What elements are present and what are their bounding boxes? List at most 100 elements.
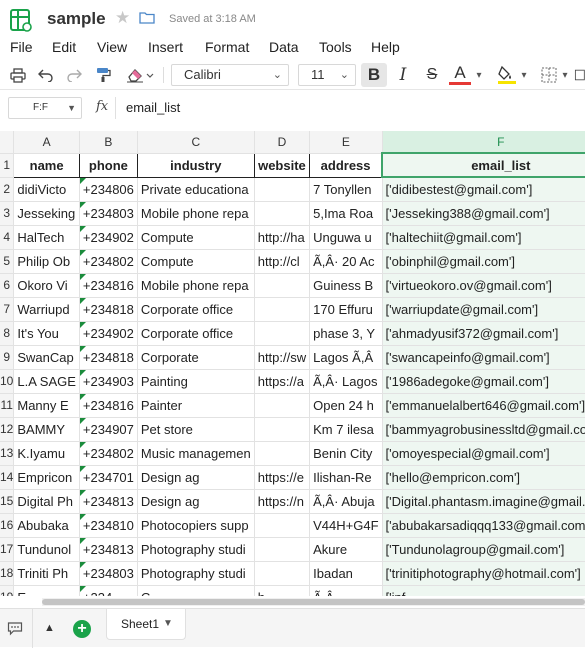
menu-insert[interactable]: Insert [148,39,183,55]
horizontal-scrollbar[interactable] [42,598,585,606]
table-cell[interactable]: K.Iyamu [13,441,80,466]
table-cell[interactable]: It's You [13,321,80,346]
menu-help[interactable]: Help [371,39,400,55]
table-cell[interactable]: +234701 [79,465,138,490]
row-number[interactable]: 5 [0,249,15,274]
table-cell[interactable]: Jesseking [13,201,80,226]
table-cell[interactable]: name [13,152,80,178]
column-header[interactable]: E [309,131,383,154]
column-header-selected[interactable]: F [382,131,585,154]
table-cell[interactable]: Music managemen [137,441,255,466]
table-cell[interactable]: +234803 [79,201,138,226]
table-cell[interactable]: ['didibestest@gmail.com'] [382,177,585,202]
table-cell[interactable]: http://sw [254,345,311,370]
sheet-tab-active[interactable]: Sheet1 ▼ [106,609,186,640]
table-cell[interactable] [254,441,311,466]
table-cell[interactable]: industry [136,152,255,178]
row-number[interactable]: 6 [0,273,15,298]
column-header[interactable]: A [13,131,80,154]
menu-format[interactable]: Format [205,39,249,55]
table-cell[interactable]: +234907 [79,417,138,442]
undo-icon[interactable] [36,63,56,87]
table-cell[interactable]: +234902 [79,225,138,250]
table-cell[interactable]: +234802 [79,441,138,466]
table-cell[interactable]: Pet store [137,417,255,442]
font-size-select[interactable]: 11 ⌄ [298,64,356,86]
table-cell[interactable]: +234818 [79,297,138,322]
table-cell[interactable]: +234802 [79,249,138,274]
table-cell[interactable]: ['virtueokoro.ov@gmail.com'] [382,273,585,298]
row-number[interactable]: 15 [0,489,15,514]
spreadsheet-logo-icon[interactable] [10,8,32,32]
column-header[interactable]: C [137,131,255,154]
table-cell[interactable]: address [309,152,383,178]
table-cell[interactable]: +234803 [79,561,138,586]
table-cell[interactable]: Ã,Â· 20 Ac [309,249,383,274]
row-number[interactable]: 18 [0,561,15,586]
paint-format-icon[interactable] [93,63,113,87]
table-cell[interactable]: phase 3, Y [309,321,383,346]
table-cell[interactable]: ['warriupdate@gmail.com'] [382,297,585,322]
table-cell[interactable]: https://e [254,465,311,490]
table-cell[interactable]: ['inf [382,585,585,596]
table-cell[interactable]: ['haltechiit@gmail.com'] [382,225,585,250]
table-cell[interactable]: ['Jesseking388@gmail.com'] [382,201,585,226]
text-color-button[interactable]: A [449,63,471,85]
table-cell[interactable]: Ilishan-Re [309,465,383,490]
table-cell[interactable]: Benin City [309,441,383,466]
table-cell[interactable]: +234813 [79,537,138,562]
table-cell[interactable]: Compute [137,249,255,274]
table-cell[interactable]: ['obinphil@gmail.com'] [382,249,585,274]
table-cell[interactable]: ['swancapeinfo@gmail.com'] [382,345,585,370]
caret-down-icon[interactable]: ▼ [163,609,173,639]
row-number[interactable]: 2 [0,177,15,202]
row-number[interactable]: 19 [0,585,15,596]
all-sheets-icon[interactable]: ▲ [44,622,55,634]
table-cell[interactable]: Compute [137,225,255,250]
table-cell[interactable]: +234903 [79,369,138,394]
table-cell[interactable]: 7 Tonyllen [309,177,383,202]
row-number[interactable]: 16 [0,513,15,538]
row-number[interactable]: 10 [0,369,15,394]
table-cell[interactable]: Ã,Â· Lagos [309,369,383,394]
table-cell[interactable]: ['Digital.phantasm.imagine@gmail.com'] [382,489,585,514]
table-cell[interactable]: ['emmanuelalbert646@gmail.com'] [382,393,585,418]
table-cell[interactable]: https://a [254,369,311,394]
scrollbar-thumb[interactable] [42,599,585,605]
table-cell[interactable]: L.A SAGE [13,369,80,394]
table-cell[interactable]: ['abubakarsadiqqq133@gmail.com'] [382,513,585,538]
star-icon[interactable]: ★ [115,8,130,28]
column-header[interactable]: B [79,131,138,154]
table-cell[interactable]: ['hello@empricon.com'] [382,465,585,490]
caret-down-icon[interactable]: ▾ [560,63,570,87]
fill-color-icon[interactable] [495,63,519,87]
table-cell[interactable]: Ã,Â· Abuja [309,489,383,514]
table-cell[interactable]: +234816 [79,273,138,298]
add-sheet-button[interactable]: + [73,620,91,638]
table-cell[interactable]: Guiness B [309,273,383,298]
table-cell[interactable]: ['bammyagrobusinessltd@gmail.com'] [382,417,585,442]
table-cell[interactable]: ['ahmadyusif372@gmail.com'] [382,321,585,346]
table-cell[interactable]: ['1986adegoke@gmail.com'] [382,369,585,394]
table-cell[interactable]: Corporate office [137,321,255,346]
table-cell[interactable]: phone [78,152,138,178]
table-cell[interactable]: V44H+G4F [309,513,383,538]
menu-view[interactable]: View [97,39,127,55]
table-cell[interactable]: ['trinitiphotography@hotmail.com'] [382,561,585,586]
caret-down-icon[interactable]: ▾ [519,63,529,87]
row-number[interactable]: 12 [0,417,15,442]
table-cell[interactable]: +234818 [79,345,138,370]
table-cell[interactable]: website [253,152,311,178]
table-cell[interactable]: BAMMY [13,417,80,442]
document-title[interactable]: sample [47,9,106,29]
table-cell[interactable]: Mobile phone repa [137,273,255,298]
table-cell[interactable] [254,201,311,226]
table-cell[interactable]: ['omoyespecial@gmail.com'] [382,441,585,466]
table-cell[interactable]: didiVicto [13,177,80,202]
row-number[interactable]: 11 [0,393,15,418]
table-cell[interactable]: +234810 [79,513,138,538]
menu-edit[interactable]: Edit [52,39,76,55]
row-number[interactable]: 14 [0,465,15,490]
table-cell[interactable]: E [13,585,80,596]
row-number[interactable]: 3 [0,201,15,226]
